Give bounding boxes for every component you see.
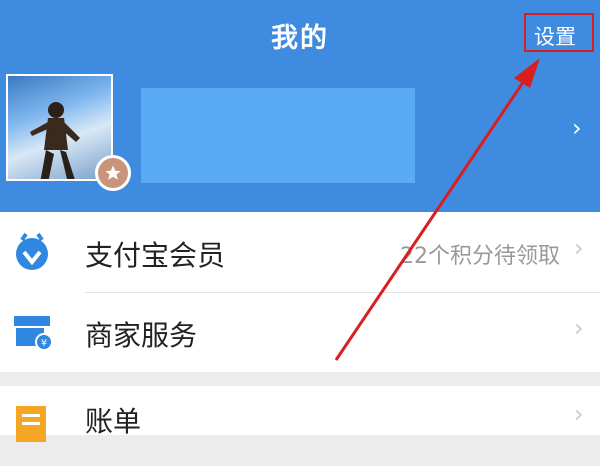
annotation-arrow xyxy=(334,58,540,361)
